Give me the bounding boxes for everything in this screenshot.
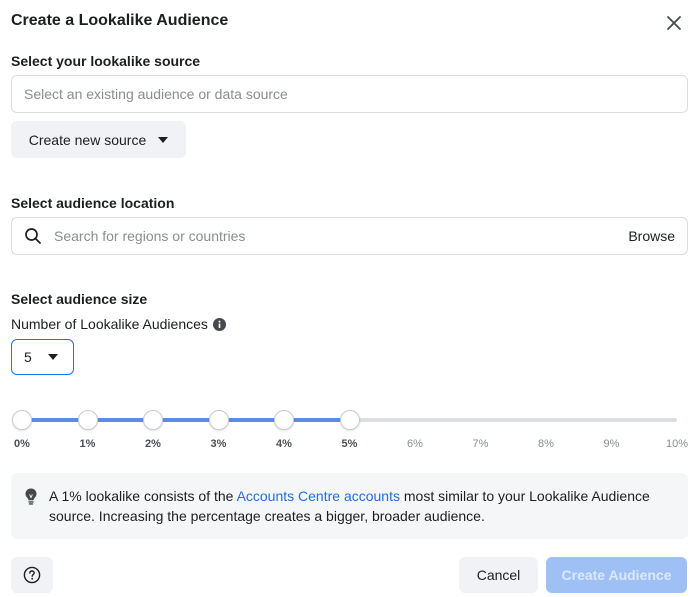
slider-knob[interactable]	[143, 410, 163, 430]
slider-knob[interactable]	[339, 410, 360, 430]
create-audience-button[interactable]: Create Audience	[546, 557, 687, 593]
search-icon	[25, 228, 41, 244]
slider-tick-label: 6%	[407, 438, 423, 450]
audience-count-value: 5	[24, 349, 32, 365]
slider-tick-label: 10%	[665, 438, 689, 450]
dialog-title: Create a Lookalike Audience	[11, 12, 229, 29]
help-icon	[23, 566, 41, 584]
slider-knob[interactable]	[12, 410, 32, 430]
slider-tick-label: 8%	[538, 438, 554, 450]
cancel-button[interactable]: Cancel	[459, 557, 538, 593]
info-text-before: A 1% lookalike consists of the	[49, 488, 237, 504]
slider-tick-label: 9%	[603, 438, 620, 450]
slider-tick-label: 7%	[472, 438, 489, 450]
source-label: Select your lookalike source	[11, 53, 201, 69]
caret-down-icon	[47, 354, 58, 360]
location-search-input[interactable]	[54, 218, 629, 254]
slider-tick-label: 5%	[341, 438, 358, 450]
slider-knob[interactable]	[274, 410, 294, 430]
location-input-box[interactable]: Browse	[11, 217, 688, 255]
slider-fill	[22, 418, 350, 422]
create-new-source-label: Create new source	[28, 131, 147, 148]
slider-tick-label: 1%	[79, 438, 96, 450]
slider-knob[interactable]	[77, 410, 98, 430]
audience-count-select[interactable]: 5	[11, 339, 74, 375]
slider-tick-label: 2%	[145, 438, 161, 450]
info-text: A 1% lookalike consists of the Accounts …	[49, 486, 669, 526]
source-input[interactable]	[24, 76, 687, 112]
slider-knob[interactable]	[208, 410, 229, 430]
size-label: Select audience size	[11, 291, 148, 307]
help-button[interactable]	[11, 557, 53, 593]
slider-tick-label: 4%	[276, 438, 292, 450]
info-icon[interactable]	[212, 317, 226, 331]
location-label: Select audience location	[11, 195, 175, 211]
create-new-source-button[interactable]: Create new source	[11, 121, 186, 158]
accounts-centre-link[interactable]: Accounts Centre accounts	[237, 488, 400, 504]
browse-button[interactable]: Browse	[628, 228, 675, 244]
source-input-box[interactable]	[11, 75, 688, 113]
count-label-row: Number of Lookalike Audiences	[11, 316, 226, 332]
slider-tick-label: 0%	[14, 438, 30, 450]
slider-tick-label: 3%	[210, 438, 227, 450]
caret-down-icon	[158, 136, 169, 143]
info-box: A 1% lookalike consists of the Accounts …	[11, 473, 688, 539]
audience-size-slider[interactable]	[12, 410, 677, 430]
count-label: Number of Lookalike Audiences	[11, 316, 208, 332]
lightbulb-icon	[25, 488, 37, 505]
close-icon[interactable]	[664, 13, 684, 33]
